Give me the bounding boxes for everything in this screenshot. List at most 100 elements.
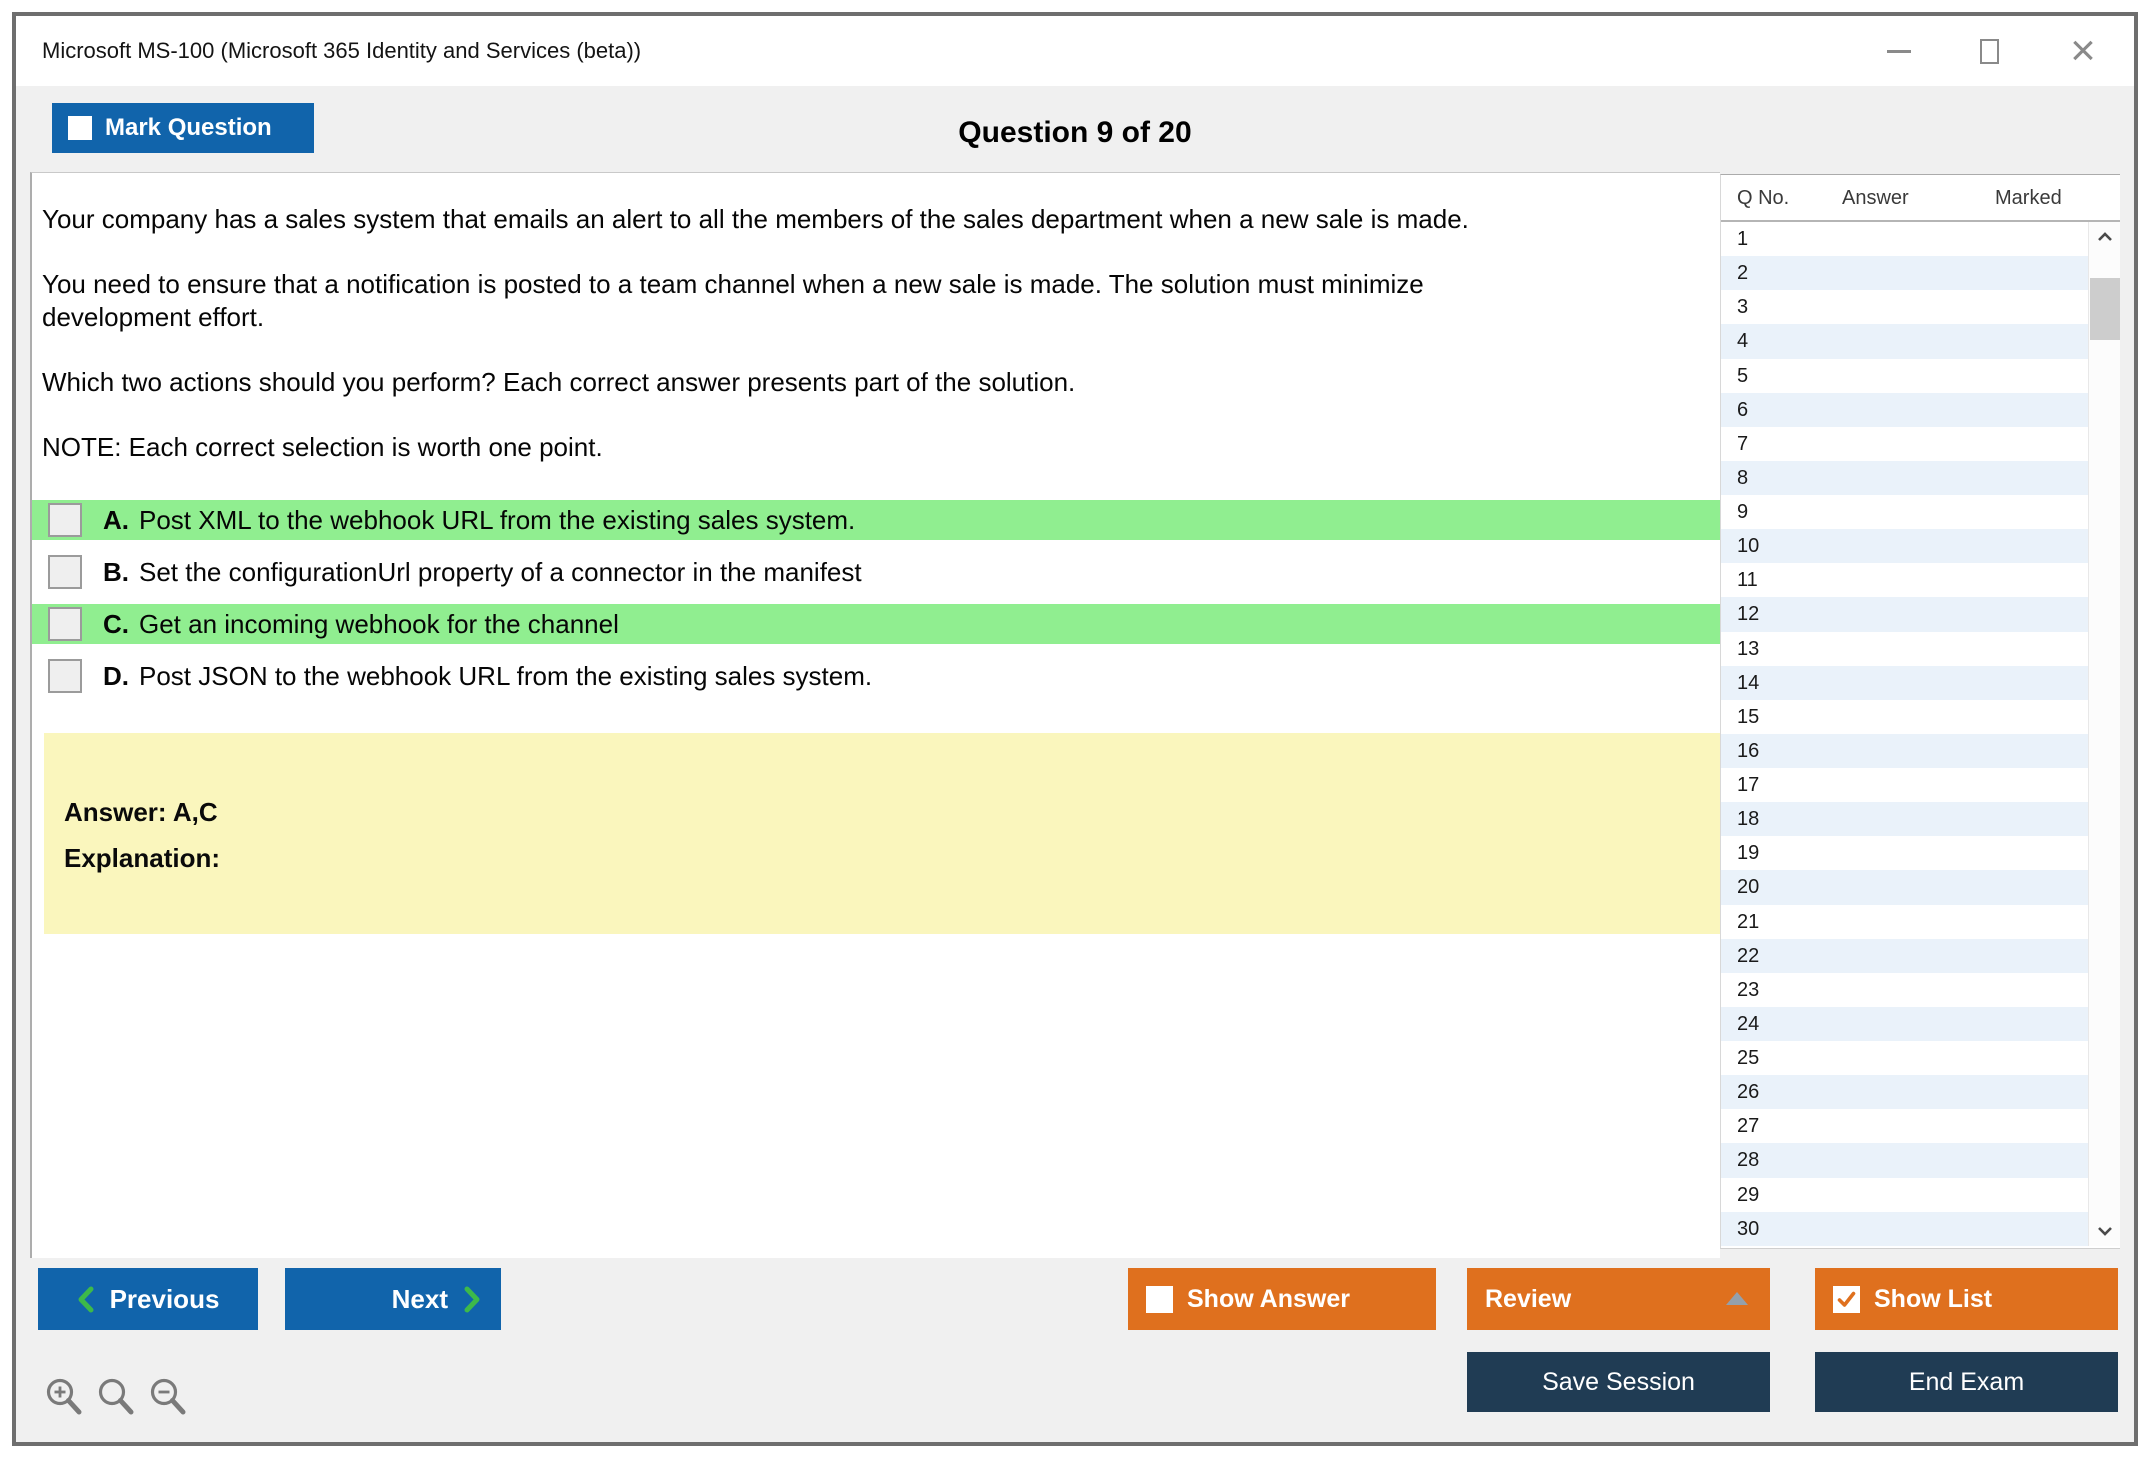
- column-marked: Marked: [1995, 187, 2062, 209]
- question-paragraph: You need to ensure that a notification i…: [42, 269, 1424, 332]
- question-paragraph: NOTE: Each correct selection is worth on…: [42, 432, 603, 462]
- review-label: Review: [1485, 1284, 1572, 1313]
- option-letter: D.: [103, 660, 129, 691]
- question-row[interactable]: 7: [1721, 427, 2088, 461]
- next-label: Next: [391, 1283, 448, 1314]
- review-button[interactable]: Review: [1467, 1268, 1770, 1330]
- question-paragraph: Which two actions should you perform? Ea…: [42, 367, 1076, 397]
- close-button[interactable]: ×: [2060, 24, 2106, 78]
- question-row[interactable]: 13: [1721, 632, 2088, 666]
- question-list-panel: Q No. Answer Marked 1 2 3 4 5 6 7 8 9 10 11 12 13 14 1…: [1720, 174, 2120, 1249]
- check-icon: [1837, 1291, 1856, 1307]
- question-panel: Your company has a sales system that ema…: [30, 172, 1720, 1258]
- save-session-label: Save Session: [1542, 1367, 1695, 1396]
- answer-options: A. Post XML to the webhook URL from the e…: [32, 500, 1720, 696]
- question-row[interactable]: 25: [1721, 1041, 2088, 1075]
- explanation-label: Explanation:: [64, 843, 221, 873]
- title-bar: Microsoft MS-100 (Microsoft 365 Identity…: [16, 16, 2134, 86]
- column-answer: Answer: [1842, 187, 1909, 209]
- question-row[interactable]: 3: [1721, 290, 2088, 324]
- question-row[interactable]: 24: [1721, 1006, 2088, 1041]
- option-text: Set the configurationUrl property of a c…: [139, 556, 862, 587]
- question-row[interactable]: 27: [1721, 1109, 2088, 1143]
- zoom-out-icon[interactable]: [148, 1376, 190, 1420]
- option-checkbox[interactable]: [48, 659, 82, 693]
- zoom-toolbar: [44, 1376, 190, 1420]
- chevron-right-icon: [464, 1286, 480, 1312]
- option-letter: C.: [103, 608, 129, 639]
- question-row[interactable]: 20: [1721, 870, 2088, 905]
- save-session-button[interactable]: Save Session: [1467, 1352, 1770, 1412]
- option-checkbox[interactable]: [48, 555, 82, 589]
- question-rows: 1 2 3 4 5 6 7 8 9 10 11 12 13 14 15 16 17 18 19 20 21 22 23 24 2…: [1721, 222, 2120, 1246]
- option-checkbox[interactable]: [48, 607, 82, 641]
- question-row[interactable]: 14: [1721, 665, 2088, 700]
- chevron-up-icon: [2097, 232, 2112, 241]
- show-answer-button[interactable]: Show Answer: [1128, 1268, 1436, 1330]
- question-row[interactable]: 26: [1721, 1075, 2088, 1110]
- question-row[interactable]: 22: [1721, 938, 2088, 973]
- zoom-in-icon[interactable]: [44, 1376, 86, 1420]
- scroll-thumb[interactable]: [2090, 278, 2120, 340]
- scrollbar[interactable]: [2088, 222, 2120, 1246]
- answer-option[interactable]: D. Post JSON to the webhook URL from the …: [32, 656, 1720, 696]
- chevron-down-icon: [2097, 1227, 2112, 1236]
- option-letter: B.: [103, 556, 129, 587]
- answer-option[interactable]: B. Set the configurationUrl property of a…: [32, 552, 1720, 592]
- show-list-button[interactable]: Show List: [1815, 1268, 2118, 1330]
- maximize-icon: [1979, 38, 1999, 64]
- next-button[interactable]: Next: [285, 1268, 501, 1330]
- show-answer-checkbox[interactable]: [1146, 1285, 1173, 1313]
- question-row[interactable]: 16: [1721, 733, 2088, 768]
- question-row[interactable]: 4: [1721, 324, 2088, 359]
- scroll-down-button[interactable]: [2089, 1216, 2120, 1246]
- mark-question-checkbox[interactable]: [68, 116, 92, 140]
- mark-question-button[interactable]: Mark Question: [52, 103, 314, 153]
- question-row[interactable]: 15: [1721, 700, 2088, 734]
- show-list-label: Show List: [1874, 1284, 1993, 1313]
- question-row[interactable]: 23: [1721, 973, 2088, 1007]
- question-row[interactable]: 2: [1721, 256, 2088, 291]
- question-row[interactable]: 5: [1721, 359, 2088, 393]
- question-row[interactable]: 12: [1721, 597, 2088, 632]
- answer-label: Answer: A,C: [64, 797, 218, 827]
- question-row[interactable]: 9: [1721, 495, 2088, 529]
- question-row[interactable]: 8: [1721, 460, 2088, 495]
- scroll-up-button[interactable]: [2089, 222, 2120, 252]
- question-row[interactable]: 6: [1721, 392, 2088, 427]
- previous-button[interactable]: Previous: [38, 1268, 258, 1330]
- question-row[interactable]: 19: [1721, 836, 2088, 870]
- question-row[interactable]: 11: [1721, 563, 2088, 597]
- question-row[interactable]: 28: [1721, 1143, 2088, 1178]
- close-icon: ×: [2070, 26, 2096, 75]
- question-row[interactable]: 30: [1721, 1211, 2088, 1246]
- answer-explanation-panel: Answer: A,C Explanation:: [44, 733, 1720, 934]
- option-text: Post JSON to the webhook URL from the ex…: [139, 660, 873, 691]
- question-row[interactable]: 18: [1721, 802, 2088, 837]
- app-window: Microsoft MS-100 (Microsoft 365 Identity…: [12, 12, 2138, 1446]
- show-list-checkbox[interactable]: [1833, 1285, 1860, 1313]
- question-paragraph: Your company has a sales system that ema…: [42, 204, 1469, 234]
- end-exam-button[interactable]: End Exam: [1815, 1352, 2118, 1412]
- question-row[interactable]: 10: [1721, 529, 2088, 564]
- zoom-reset-icon[interactable]: [96, 1376, 138, 1420]
- question-row[interactable]: 21: [1721, 905, 2088, 939]
- option-text: Get an incoming webhook for the channel: [139, 608, 619, 639]
- option-letter: A.: [103, 504, 129, 535]
- question-row[interactable]: 17: [1721, 768, 2088, 802]
- question-row[interactable]: 29: [1721, 1178, 2088, 1212]
- window-title: Microsoft MS-100 (Microsoft 365 Identity…: [42, 38, 642, 63]
- minimize-icon: [1887, 49, 1911, 53]
- chevron-left-icon: [78, 1286, 94, 1312]
- option-checkbox[interactable]: [48, 503, 82, 537]
- question-row[interactable]: 1: [1721, 222, 2088, 256]
- triangle-up-icon: [1726, 1292, 1748, 1305]
- minimize-button[interactable]: [1876, 24, 1922, 78]
- previous-label: Previous: [109, 1283, 220, 1314]
- answer-option[interactable]: A. Post XML to the webhook URL from the e…: [32, 500, 1720, 540]
- end-exam-label: End Exam: [1908, 1367, 2025, 1396]
- maximize-button[interactable]: [1966, 24, 2012, 78]
- show-answer-label: Show Answer: [1187, 1284, 1350, 1313]
- option-text: Post XML to the webhook URL from the exi…: [139, 504, 856, 535]
- answer-option[interactable]: C. Get an incoming webhook for the channe…: [32, 604, 1720, 644]
